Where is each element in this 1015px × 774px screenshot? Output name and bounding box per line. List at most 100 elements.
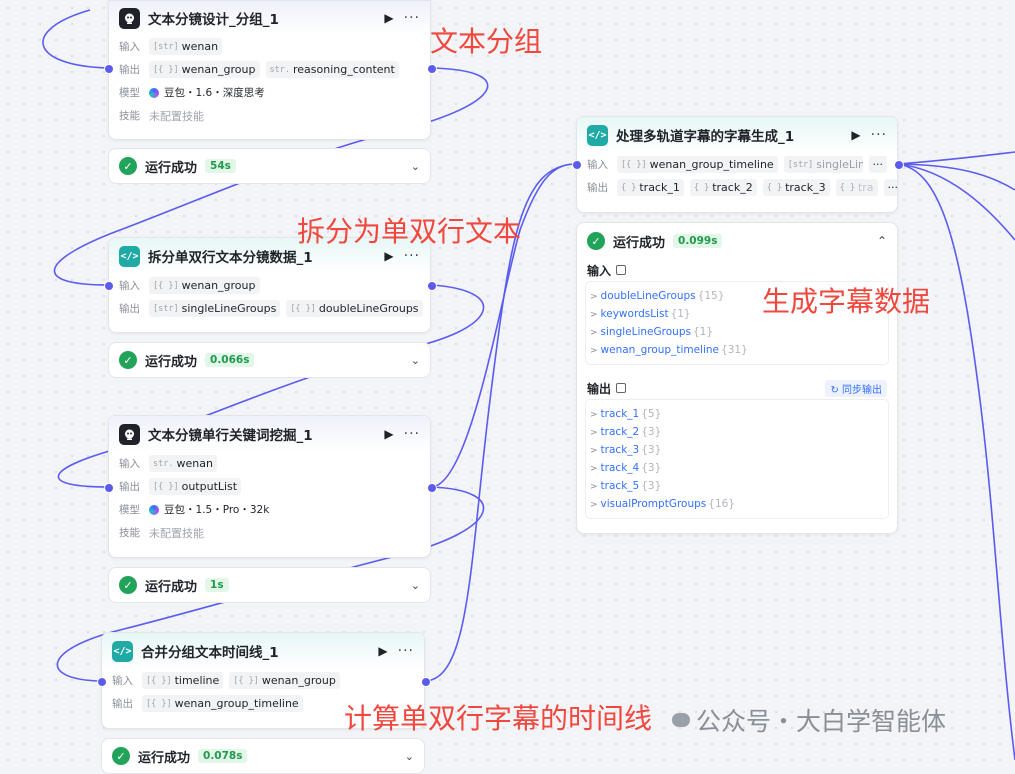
output-port[interactable] <box>421 677 431 687</box>
item-count: {15} <box>697 290 725 302</box>
output-port[interactable] <box>427 483 437 493</box>
item-name: track_1 <box>600 408 640 420</box>
output-row: 输出 [{ }] outputList <box>109 475 430 498</box>
node-split-lines[interactable]: </> 拆分单双行文本分镜数据_1 ▶ ··· 输入 [{ }] wenan_gr… <box>108 237 431 333</box>
param-type: str. <box>269 64 290 75</box>
more-icon[interactable]: ··· <box>404 426 420 442</box>
doubao-logo-icon <box>149 504 159 515</box>
input-row: 输入 str. wenan <box>109 452 430 475</box>
param-tag: [{ }] wenan_group_timeline <box>142 695 303 712</box>
node-header: 文本分镜设计_分组_1 ▶ ··· <box>109 1 430 35</box>
input-port[interactable] <box>104 483 114 493</box>
output-label: 输出 <box>119 64 140 76</box>
item-name: track_4 <box>600 462 640 474</box>
run-result-panel: ✓ 运行成功 0.099s ⌃ 输入 > doubleLineGroups {15}… <box>576 222 898 534</box>
param-tag: { } track_3 <box>762 179 830 196</box>
item-count: {1} <box>670 308 691 320</box>
check-icon: ✓ <box>119 351 137 369</box>
annotation-text-grouping: 文本分组 <box>430 25 543 58</box>
copy-icon[interactable] <box>616 265 627 275</box>
param-type: [{ }] <box>153 64 179 75</box>
check-icon: ✓ <box>112 747 130 765</box>
chevron-right-icon: > <box>590 328 598 338</box>
param-type: { } <box>766 182 783 193</box>
item-count: {3} <box>641 426 662 438</box>
more-icon[interactable]: ··· <box>404 248 420 264</box>
more-params[interactable]: ··· <box>883 179 897 196</box>
output-row: 输出 { } track_1 { } track_2 { } track_3 { } t… <box>577 176 897 199</box>
list-item[interactable]: > track_4 {3} <box>590 459 884 477</box>
param-tag: [str]singleLineGr <box>783 156 863 173</box>
robot-icon <box>119 423 140 445</box>
run-status-bar[interactable]: ✓ 运行成功 0.066s ⌄ <box>108 342 431 378</box>
list-item[interactable]: > track_2 {3} <box>590 423 884 441</box>
chevron-down-icon[interactable]: ⌄ <box>411 579 420 592</box>
param-type: [str] <box>787 159 814 170</box>
param-name: reasoning_content <box>292 63 395 76</box>
list-item[interactable]: > track_1 {5} <box>590 405 884 423</box>
item-name: visualPromptGroups <box>600 498 707 510</box>
run-status-bar[interactable]: ✓ 运行成功 0.078s ⌄ <box>101 738 425 774</box>
param-tag: { } track_1 <box>617 179 684 196</box>
param-tag: { } tra <box>835 179 878 196</box>
check-icon: ✓ <box>119 157 137 175</box>
node-subtitle-generation[interactable]: </> 处理多轨道字幕的字幕生成_1 ▶ ··· 输入 [{ }] wenan_g… <box>576 116 898 213</box>
list-item[interactable]: > track_5 {3} <box>590 477 884 495</box>
play-icon[interactable]: ▶ <box>851 128 860 142</box>
check-icon: ✓ <box>587 232 605 250</box>
input-port[interactable] <box>572 160 582 170</box>
chevron-down-icon[interactable]: ⌄ <box>405 750 414 763</box>
output-port[interactable] <box>427 281 437 291</box>
node-header: 文本分镜单行关键词挖掘_1 ▶ ··· <box>109 416 430 452</box>
run-status-bar[interactable]: ✓ 运行成功 1s ⌄ <box>108 567 431 603</box>
param-type: [{ }] <box>146 675 172 686</box>
run-status-bar[interactable]: ✓ 运行成功 0.099s ⌃ <box>577 223 897 259</box>
annotation-timeline: 计算单双行字幕的时间线 <box>344 702 653 735</box>
watermark-text: 公众号・大白学智能体 <box>696 707 947 736</box>
item-count: {3} <box>641 480 662 492</box>
chevron-down-icon[interactable]: ⌄ <box>411 354 420 367</box>
play-icon[interactable]: ▶ <box>384 11 393 25</box>
skill-label: 技能 <box>119 110 140 122</box>
param-type: { } <box>621 182 637 193</box>
run-status-bar[interactable]: ✓ 运行成功 54s ⌄ <box>108 148 431 184</box>
duration-badge: 1s <box>205 578 229 592</box>
copy-icon[interactable] <box>616 383 627 393</box>
more-params[interactable]: ··· <box>868 156 887 173</box>
more-icon[interactable]: ··· <box>398 643 414 659</box>
input-port[interactable] <box>97 677 107 687</box>
more-icon[interactable]: ··· <box>871 127 887 143</box>
node-keyword-mining[interactable]: 文本分镜单行关键词挖掘_1 ▶ ··· 输入 str. wenan 输出 [{ }… <box>108 415 431 558</box>
output-port[interactable] <box>894 160 904 170</box>
node-title: 合并分组文本时间线_1 <box>141 645 279 661</box>
duration-badge: 0.066s <box>205 353 255 367</box>
list-item[interactable]: > track_3 {3} <box>590 441 884 459</box>
chevron-down-icon[interactable]: ⌄ <box>411 160 420 173</box>
param-tag: [str] wenan <box>149 38 223 55</box>
param-type: [{ }] <box>153 280 179 291</box>
output-port[interactable] <box>427 64 437 74</box>
robot-icon <box>119 7 140 29</box>
play-icon[interactable]: ▶ <box>384 249 393 263</box>
param-tag: str. wenan <box>149 455 217 472</box>
input-label: 输入 <box>119 458 140 470</box>
sync-output-button[interactable]: ↻ 同步输出 <box>825 379 887 397</box>
param-tag: [{ }] outputList <box>149 478 242 495</box>
play-icon[interactable]: ▶ <box>378 644 387 658</box>
play-icon[interactable]: ▶ <box>384 427 393 441</box>
input-port[interactable] <box>104 64 114 74</box>
list-item[interactable]: > wenan_group_timeline {31} <box>590 341 884 359</box>
chevron-right-icon: > <box>590 428 598 438</box>
output-list: > track_1 {5} > track_2 {3} > track_3 {3} > track_… <box>585 399 889 519</box>
model-label: 模型 <box>119 504 140 516</box>
annotation-split-lines: 拆分为单双行文本 <box>297 215 522 248</box>
chevron-up-icon[interactable]: ⌃ <box>877 234 887 248</box>
more-icon[interactable]: ··· <box>404 10 420 26</box>
list-item[interactable]: > singleLineGroups {1} <box>590 323 884 341</box>
input-port[interactable] <box>104 281 114 291</box>
list-item[interactable]: > visualPromptGroups {16} <box>590 495 884 513</box>
skill-value: 未配置技能 <box>149 109 204 123</box>
param-tag: [{ }] wenan_group <box>149 277 260 294</box>
skill-label: 技能 <box>119 527 140 539</box>
node-text-storyboard-group[interactable]: 文本分镜设计_分组_1 ▶ ··· 输入 [str] wenan 输出 [{ }]… <box>108 0 431 140</box>
